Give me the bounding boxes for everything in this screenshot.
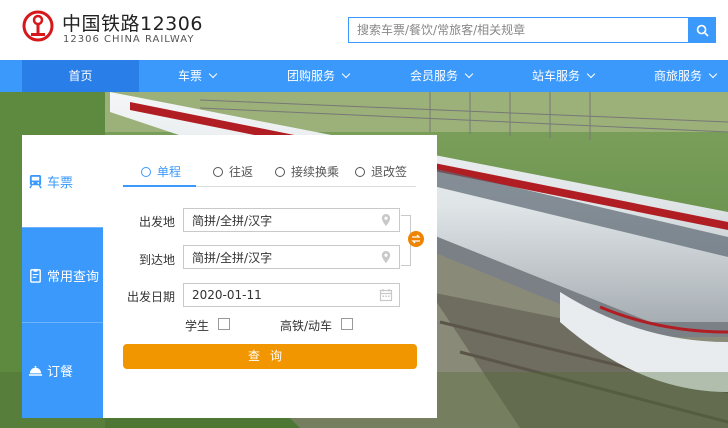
nav-item-station-service[interactable]: 站车服务 (532, 60, 596, 92)
ticket-booking-panel: 单程 往返 接续换乘 退改签 出发地 到达地 出 (103, 135, 437, 418)
chevron-down-icon (586, 69, 596, 79)
highspeed-checkbox[interactable] (341, 318, 353, 330)
location-pin-icon[interactable] (379, 213, 393, 227)
nav-item-tickets[interactable]: 车票 (178, 60, 218, 92)
nav-item-label: 站车服务 (532, 69, 581, 83)
student-label: 学生 (185, 319, 210, 333)
location-pin-icon[interactable] (379, 250, 393, 264)
mode-label: 接续换乘 (291, 165, 340, 179)
china-railway-logo-icon[interactable] (22, 10, 54, 42)
to-station-field (183, 245, 400, 269)
swap-stations-button[interactable] (408, 231, 424, 247)
mode-label: 单程 (157, 165, 182, 179)
train-icon (27, 173, 43, 189)
refund-change-icon (355, 166, 365, 177)
from-station-input[interactable] (184, 209, 380, 231)
booking-side-tabs: 车票 常用查询 订餐 (22, 135, 103, 418)
search-input[interactable] (349, 18, 695, 42)
nav-item-label: 会员服务 (410, 69, 459, 83)
tab-label: 车票 (47, 175, 74, 191)
nav-item-label: 首页 (68, 69, 93, 83)
departure-date-input[interactable] (184, 284, 380, 306)
from-station-field (183, 208, 400, 232)
nav-item-member-service[interactable]: 会员服务 (410, 60, 474, 92)
nav-item-business-travel[interactable]: 商旅服务 (654, 60, 718, 92)
calendar-icon[interactable] (379, 288, 393, 302)
swap-arrows-icon (411, 234, 421, 244)
date-label: 出发日期 (126, 290, 175, 304)
chevron-down-icon (464, 69, 474, 79)
tab-tickets[interactable]: 车票 (22, 135, 103, 227)
tab-meal-order[interactable]: 订餐 (22, 322, 103, 418)
food-cloche-icon (27, 363, 43, 379)
query-button[interactable]: 查询 (123, 344, 417, 369)
one-way-icon (141, 166, 151, 177)
tab-label: 常用查询 (47, 269, 100, 285)
departure-date-field (183, 283, 400, 307)
from-label: 出发地 (138, 215, 175, 229)
tab-label: 订餐 (47, 365, 74, 380)
mode-transfer[interactable]: 接续换乘 (275, 163, 339, 180)
search-box (348, 17, 695, 43)
mode-refund-change[interactable]: 退改签 (355, 163, 407, 180)
search-icon (696, 24, 709, 37)
main-nav: 首页 车票 团购服务 会员服务 站车服务 商旅服务 (0, 60, 728, 92)
nav-item-home[interactable]: 首页 (22, 60, 139, 92)
tab-common-query[interactable]: 常用查询 (22, 227, 103, 322)
transfer-icon (275, 166, 285, 177)
round-trip-icon (213, 166, 223, 177)
mode-active-indicator (123, 185, 196, 187)
mode-label: 往返 (229, 165, 254, 179)
nav-item-label: 团购服务 (287, 69, 336, 83)
brand-subtitle: 12306 CHINA RAILWAY (63, 34, 195, 45)
chevron-down-icon (208, 69, 218, 79)
highspeed-label: 高铁/动车 (280, 319, 333, 333)
brand-title: 中国铁路12306 (62, 13, 203, 35)
nav-item-label: 车票 (178, 69, 203, 83)
mode-label: 退改签 (371, 165, 408, 179)
header: 中国铁路12306 12306 CHINA RAILWAY (0, 0, 728, 60)
to-label: 到达地 (138, 253, 175, 267)
chevron-down-icon (341, 69, 351, 79)
clipboard-icon (27, 267, 43, 283)
mode-one-way[interactable]: 单程 (141, 163, 181, 180)
nav-item-group-service[interactable]: 团购服务 (287, 60, 351, 92)
nav-item-label: 商旅服务 (654, 69, 703, 83)
chevron-down-icon (708, 69, 718, 79)
to-station-input[interactable] (184, 246, 380, 268)
search-button[interactable] (689, 17, 716, 43)
student-checkbox[interactable] (218, 318, 230, 330)
mode-round-trip[interactable]: 往返 (213, 163, 253, 180)
